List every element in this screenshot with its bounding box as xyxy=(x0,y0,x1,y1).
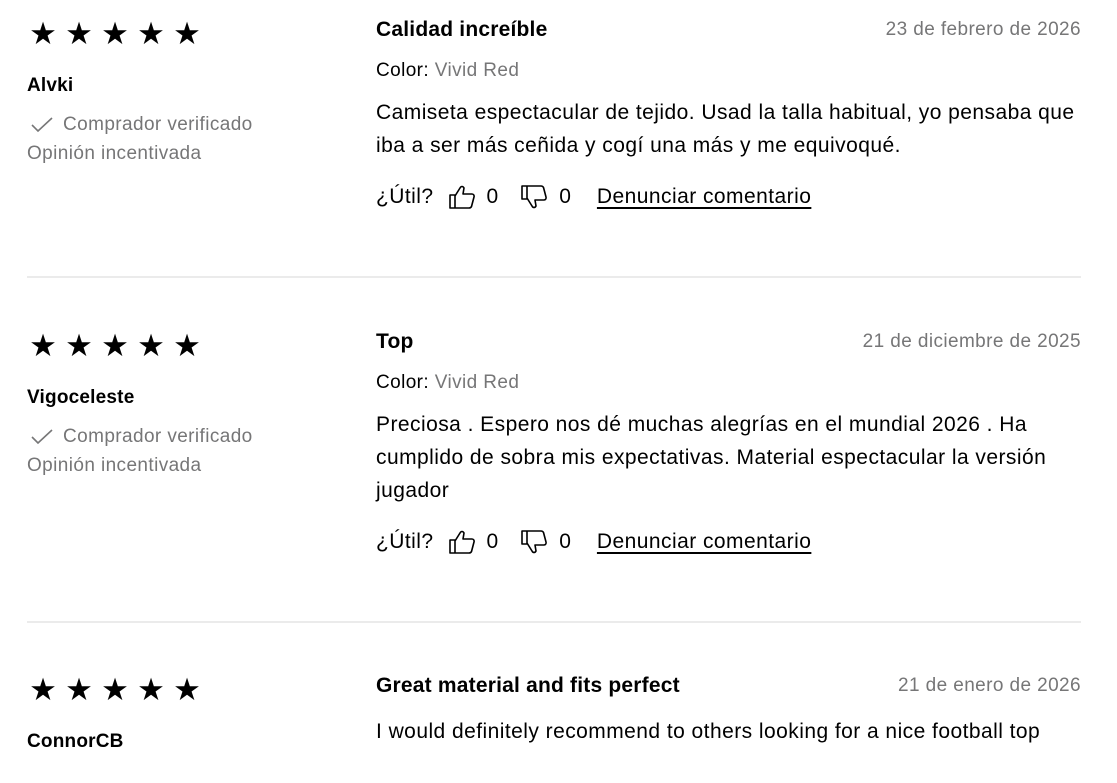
review-author: Alvki xyxy=(27,75,74,96)
review-color: Color: Vivid Red xyxy=(376,58,1081,84)
star-icon: ★ xyxy=(173,327,201,364)
star-icon: ★ xyxy=(173,15,201,52)
thumbs-up-icon xyxy=(448,185,475,209)
color-value: Vivid Red xyxy=(434,60,520,81)
star-icon: ★ xyxy=(65,15,93,52)
color-label: Color: xyxy=(376,372,430,393)
star-icon: ★ xyxy=(65,327,93,364)
review-meta: ★ ★ ★ ★ ★ ConnorCB xyxy=(27,670,347,753)
helpful-row: ¿Útil? 0 0 Denunciar comentario xyxy=(376,526,1081,558)
thumbs-up-icon xyxy=(448,530,475,554)
review-meta: ★ ★ ★ ★ ★ Alvki Comprador verificado Opi… xyxy=(27,14,347,165)
review-color: Color: Vivid Red xyxy=(376,370,1081,396)
helpful-label: ¿Útil? xyxy=(376,530,434,553)
star-rating: ★ ★ ★ ★ ★ xyxy=(27,670,347,710)
thumbs-up-button[interactable]: 0 xyxy=(448,529,521,555)
review-divider xyxy=(27,621,1081,623)
report-review-link[interactable]: Denunciar comentario xyxy=(597,530,811,554)
review-author: ConnorCB xyxy=(27,731,124,752)
thumbs-up-count: 0 xyxy=(486,530,499,553)
thumbs-down-count: 0 xyxy=(559,185,571,208)
check-icon xyxy=(31,429,53,445)
review-date: 21 de enero de 2026 xyxy=(898,675,1081,696)
thumbs-down-count: 0 xyxy=(559,530,571,553)
review-meta: ★ ★ ★ ★ ★ Vigoceleste Comprador verifica… xyxy=(27,326,347,477)
incentivized-review-label: Opinión incentivada xyxy=(27,143,202,164)
thumbs-down-icon xyxy=(521,530,548,554)
report-review-link[interactable]: Denunciar comentario xyxy=(597,185,811,209)
review-body: Calidad increíble 23 de febrero de 2026 … xyxy=(376,15,1081,213)
star-icon: ★ xyxy=(101,671,129,708)
star-icon: ★ xyxy=(137,15,165,52)
review-date: 23 de febrero de 2026 xyxy=(885,19,1081,40)
review-body: Great material and fits perfect 21 de en… xyxy=(376,671,1081,748)
star-icon: ★ xyxy=(101,15,129,52)
star-icon: ★ xyxy=(101,327,129,364)
star-rating: ★ ★ ★ ★ ★ xyxy=(27,14,347,54)
star-icon: ★ xyxy=(29,327,57,364)
verified-buyer: Comprador verificado xyxy=(27,426,347,448)
color-value: Vivid Red xyxy=(434,372,520,393)
star-icon: ★ xyxy=(65,671,93,708)
thumbs-up-button[interactable]: 0 xyxy=(448,184,521,210)
thumbs-down-button[interactable]: 0 xyxy=(520,529,593,555)
review-divider xyxy=(27,276,1081,278)
review-date: 21 de diciembre de 2025 xyxy=(862,331,1081,352)
review-author: Vigoceleste xyxy=(27,387,135,408)
verified-buyer-label: Comprador verificado xyxy=(63,426,253,447)
helpful-row: ¿Útil? 0 0 Denunciar comentario xyxy=(376,181,1081,213)
review-text: I would definitely recommend to others l… xyxy=(376,720,1041,743)
review-item: ★ ★ ★ ★ ★ Alvki Comprador verificado Opi… xyxy=(0,0,1117,276)
thumbs-up-count: 0 xyxy=(486,185,499,208)
star-icon: ★ xyxy=(29,15,57,52)
star-rating: ★ ★ ★ ★ ★ xyxy=(27,326,347,366)
color-label: Color: xyxy=(376,60,430,81)
check-icon xyxy=(31,117,53,133)
star-icon: ★ xyxy=(29,671,57,708)
star-icon: ★ xyxy=(137,327,165,364)
thumbs-down-button[interactable]: 0 xyxy=(520,184,593,210)
verified-buyer-label: Comprador verificado xyxy=(63,114,253,135)
review-text: Preciosa . Espero nos dé muchas alegrías… xyxy=(376,413,1047,502)
helpful-label: ¿Útil? xyxy=(376,185,434,208)
review-body: Top 21 de diciembre de 2025 Color: Vivid… xyxy=(376,327,1081,558)
star-icon: ★ xyxy=(173,671,201,708)
thumbs-down-icon xyxy=(521,185,548,209)
review-text: Camiseta espectacular de tejido. Usad la… xyxy=(376,101,1075,157)
review-item: ★ ★ ★ ★ ★ ConnorCB Great material and fi… xyxy=(0,656,1117,783)
review-item: ★ ★ ★ ★ ★ Vigoceleste Comprador verifica… xyxy=(0,312,1117,622)
verified-buyer: Comprador verificado xyxy=(27,114,347,136)
reviews-list: ★ ★ ★ ★ ★ Alvki Comprador verificado Opi… xyxy=(0,0,1117,783)
star-icon: ★ xyxy=(137,671,165,708)
incentivized-review-label: Opinión incentivada xyxy=(27,455,202,476)
